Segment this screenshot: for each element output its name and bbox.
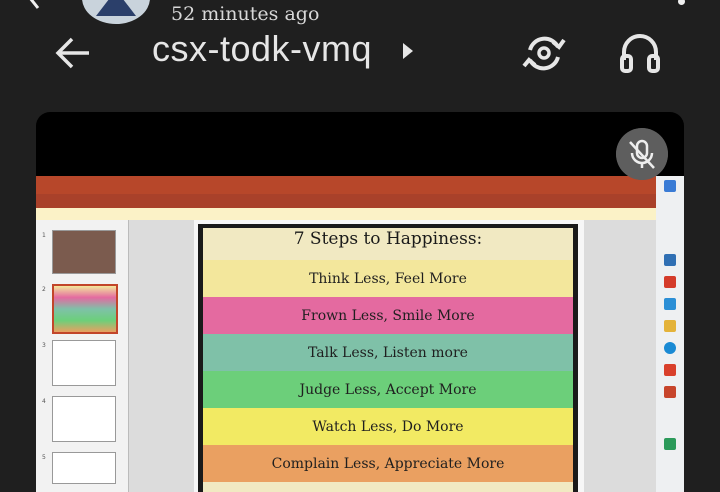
- ppt-message-bar: [36, 208, 656, 220]
- slide-thumbnail[interactable]: [52, 340, 116, 386]
- taskbar-app-icon[interactable]: [664, 298, 676, 310]
- step-band: Watch Less, Do More: [203, 408, 573, 445]
- thumbnail-number: 3: [42, 342, 46, 349]
- ppt-titlebar: [36, 176, 656, 194]
- slide-thumbnail[interactable]: [52, 396, 116, 442]
- step-band: Judge Less, Accept More: [203, 371, 573, 408]
- taskbar-app-icon[interactable]: [664, 320, 676, 332]
- office-icon[interactable]: [664, 364, 676, 376]
- slide-thumbnail[interactable]: [52, 284, 118, 334]
- step-band: Think Less, Feel More: [203, 260, 573, 297]
- slide-thumbnail[interactable]: [52, 230, 116, 274]
- thumbnail-number: 1: [42, 232, 46, 239]
- step-band: Talk Less, Listen more: [203, 334, 573, 371]
- taskbar-app-icon[interactable]: [664, 438, 676, 450]
- slide-title: 7 Steps to Happiness:: [293, 229, 483, 249]
- meeting-title[interactable]: csx-todk-vmq: [152, 28, 372, 70]
- edge-browser-icon[interactable]: [664, 342, 676, 354]
- thumbnail-number: 2: [42, 286, 46, 293]
- windows-start-icon[interactable]: [664, 180, 676, 192]
- meeting-timestamp: 52 minutes ago: [171, 3, 320, 25]
- thumbnail-number: 4: [42, 398, 46, 405]
- slide-thumbnail[interactable]: [52, 452, 116, 484]
- more-vert-icon[interactable]: [678, 0, 685, 5]
- powerpoint-icon[interactable]: [664, 386, 676, 398]
- taskbar-app-icon[interactable]: [664, 276, 676, 288]
- step-band: Complain Less, Appreciate More: [203, 445, 573, 482]
- rotate-camera-icon[interactable]: [520, 30, 568, 76]
- headphones-icon[interactable]: [616, 30, 664, 76]
- ppt-ribbon: [36, 194, 656, 208]
- chevron-left-icon[interactable]: [22, 0, 46, 10]
- avatar[interactable]: [82, 0, 150, 24]
- arrow-back-icon[interactable]: [54, 34, 92, 72]
- mic-off-icon[interactable]: [616, 128, 668, 180]
- thumbnail-number: 5: [42, 454, 46, 461]
- step-band: Frown Less, Smile More: [203, 297, 573, 334]
- taskbar-app-icon[interactable]: [664, 254, 676, 266]
- chevron-right-icon[interactable]: [403, 43, 413, 59]
